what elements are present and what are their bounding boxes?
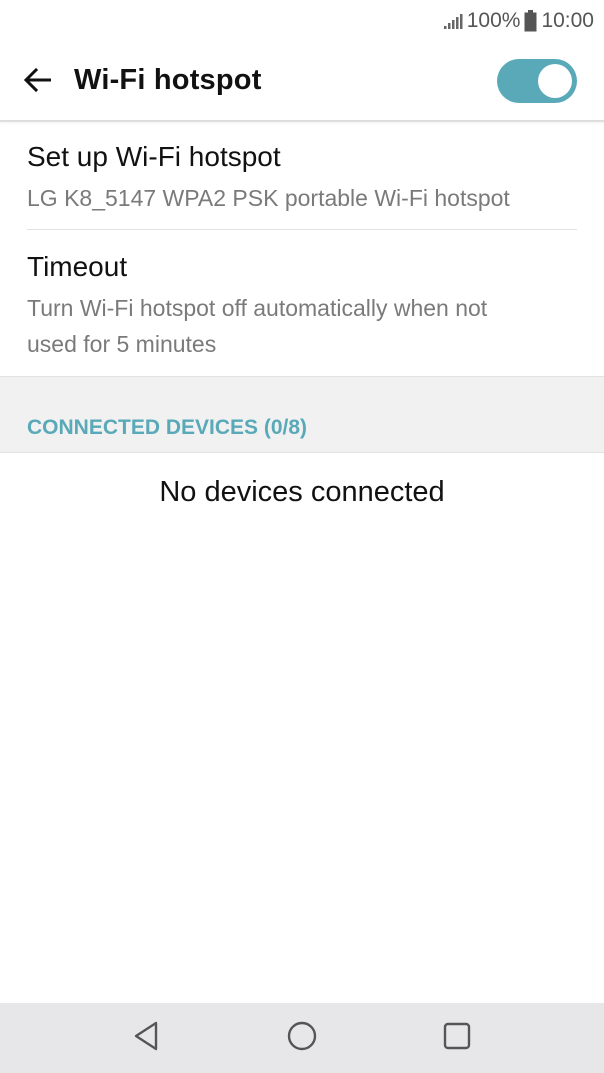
nav-recents-button[interactable] bbox=[439, 1020, 475, 1056]
section-separator bbox=[0, 376, 604, 453]
back-button[interactable] bbox=[18, 62, 58, 102]
timeout-title: Timeout bbox=[27, 251, 128, 282]
timeout-summary-line-1: Turn Wi-Fi hotspot off automatically whe… bbox=[27, 295, 488, 321]
setup-hotspot-title: Set up Wi-Fi hotspot bbox=[27, 141, 281, 172]
battery-full-icon bbox=[524, 10, 537, 32]
app-header: Wi-Fi hotspot bbox=[0, 42, 604, 122]
connected-devices-header: CONNECTED DEVICES (0/8) bbox=[27, 416, 308, 439]
divider bbox=[27, 229, 577, 230]
navigation-bar bbox=[0, 1003, 604, 1073]
status-indicators: 100% 10:00 bbox=[443, 6, 594, 36]
signal-bars-icon bbox=[443, 12, 463, 30]
timeout-item[interactable]: Timeout Turn Wi-Fi hotspot off automatic… bbox=[27, 250, 577, 362]
arrow-left-icon bbox=[23, 67, 53, 98]
status-bar: 100% 10:00 bbox=[0, 0, 604, 42]
battery-percentage: 100% bbox=[466, 9, 521, 32]
setup-hotspot-summary: LG K8_5147 WPA2 PSK portable Wi-Fi hotsp… bbox=[27, 185, 510, 211]
nav-back-button[interactable] bbox=[128, 1020, 164, 1056]
toggle-knob bbox=[538, 64, 572, 98]
nav-home-button[interactable] bbox=[284, 1020, 320, 1056]
setup-hotspot-item[interactable]: Set up Wi-Fi hotspot LG K8_5147 WPA2 PSK… bbox=[27, 140, 577, 216]
nav-back-triangle-icon bbox=[131, 1020, 161, 1057]
nav-recents-square-icon bbox=[441, 1020, 473, 1057]
clock-time: 10:00 bbox=[541, 9, 594, 32]
page-title: Wi-Fi hotspot bbox=[74, 64, 262, 96]
no-devices-message: No devices connected bbox=[159, 476, 445, 508]
nav-home-circle-icon bbox=[286, 1020, 318, 1057]
timeout-summary-line-2: used for 5 minutes bbox=[27, 331, 217, 357]
hotspot-toggle[interactable] bbox=[497, 59, 577, 103]
timeout-summary: Turn Wi-Fi hotspot off automatically whe… bbox=[27, 290, 577, 362]
